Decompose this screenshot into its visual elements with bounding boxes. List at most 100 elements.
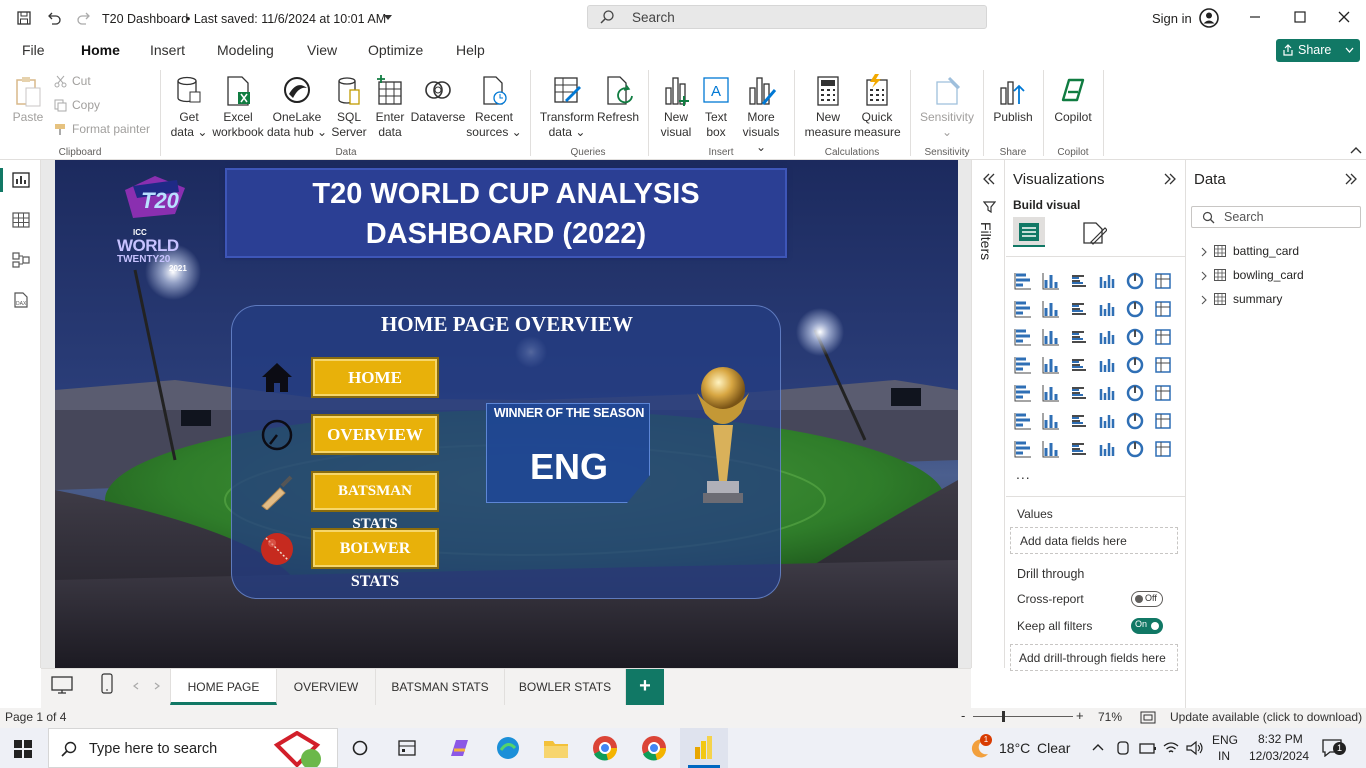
waterfall-chart-icon[interactable] bbox=[1042, 328, 1060, 346]
update-available-link[interactable]: Update available (click to download) bbox=[1170, 710, 1362, 724]
qa-visual-icon[interactable] bbox=[1098, 412, 1116, 430]
edge-browser-icon[interactable] bbox=[495, 736, 521, 760]
quick-measure-button[interactable]: Quick measure bbox=[854, 74, 901, 140]
batsman-stats-nav-button[interactable]: BATSMAN STATS bbox=[313, 473, 437, 532]
file-explorer-icon[interactable] bbox=[543, 737, 569, 759]
format-visual-icon[interactable] bbox=[1081, 220, 1107, 246]
language-code[interactable]: ENG bbox=[1212, 733, 1238, 747]
chevron-visual-icon[interactable] bbox=[1154, 440, 1172, 458]
clustered-bar-chart-icon[interactable] bbox=[1070, 272, 1088, 290]
dax-query-view-icon[interactable]: DAX bbox=[12, 292, 30, 308]
clock-time[interactable]: 8:32 PM bbox=[1258, 732, 1303, 746]
stacked-bar-chart-icon[interactable] bbox=[1014, 272, 1032, 290]
bowler-stats-nav-button[interactable]: BOLWER STATS bbox=[313, 530, 437, 590]
copilot-button[interactable]: Copilot bbox=[1050, 74, 1096, 125]
home-nav-button[interactable]: HOME bbox=[313, 359, 437, 396]
power-automate-icon[interactable] bbox=[1070, 440, 1088, 458]
undo-icon[interactable] bbox=[46, 10, 62, 26]
widgets-icon[interactable] bbox=[398, 740, 416, 756]
meet-now-icon[interactable] bbox=[1115, 740, 1131, 756]
menu-home[interactable]: Home bbox=[81, 42, 120, 69]
chrome-icon[interactable] bbox=[592, 735, 618, 761]
new-measure-button[interactable]: New measure bbox=[802, 74, 854, 140]
zoom-slider[interactable] bbox=[973, 711, 1073, 722]
search-input[interactable]: Search bbox=[587, 5, 987, 29]
cut-button[interactable]: Cut bbox=[54, 74, 154, 89]
publish-button[interactable]: Publish bbox=[990, 74, 1036, 125]
add-page-button[interactable]: + bbox=[626, 669, 664, 705]
power-apps-icon[interactable] bbox=[1042, 440, 1060, 458]
donut-chart-icon[interactable] bbox=[1154, 328, 1172, 346]
tab-bowler-stats[interactable]: BOWLER STATS bbox=[505, 669, 626, 705]
table-item-bowling-card[interactable]: bowling_card bbox=[1200, 268, 1360, 284]
treemap-icon[interactable] bbox=[1014, 356, 1032, 374]
key-influencers-icon[interactable] bbox=[1042, 412, 1060, 430]
account-icon[interactable] bbox=[1198, 7, 1220, 29]
table-item-summary[interactable]: summary bbox=[1200, 292, 1360, 308]
more-visuals-ellipsis[interactable]: ... bbox=[1016, 466, 1031, 482]
decomposition-tree-icon[interactable] bbox=[1070, 412, 1088, 430]
chrome-icon[interactable] bbox=[641, 735, 667, 761]
menu-optimize[interactable]: Optimize bbox=[368, 42, 423, 58]
azure-map-icon[interactable] bbox=[1098, 356, 1116, 374]
tab-batsman-stats[interactable]: BATSMAN STATS bbox=[376, 669, 505, 705]
diamond-visual-icon[interactable] bbox=[1126, 440, 1144, 458]
show-hidden-icons-chevron[interactable] bbox=[1092, 742, 1104, 752]
menu-file[interactable]: File bbox=[22, 42, 45, 58]
r-script-visual-icon[interactable] bbox=[1154, 384, 1172, 402]
more-visuals-button[interactable]: More visuals ⌄ bbox=[736, 74, 786, 155]
recent-sources-button[interactable]: Recent sources ⌄ bbox=[466, 74, 522, 140]
sql-server-button[interactable]: SQL Server bbox=[328, 74, 370, 140]
slicer-icon[interactable] bbox=[1070, 384, 1088, 402]
keep-all-filters-toggle[interactable]: On bbox=[1131, 618, 1163, 634]
expand-filters-icon[interactable] bbox=[982, 172, 996, 186]
python-visual-icon[interactable] bbox=[1014, 412, 1032, 430]
funnel-chart-icon[interactable] bbox=[1070, 328, 1088, 346]
scroll-right-icon[interactable] bbox=[153, 682, 161, 690]
apps-visual-icon[interactable] bbox=[1098, 440, 1116, 458]
share-button[interactable]: Share bbox=[1276, 39, 1360, 62]
stacked-area-chart-icon[interactable] bbox=[1070, 300, 1088, 318]
refresh-button[interactable]: Refresh bbox=[597, 74, 639, 125]
battery-network-icon[interactable] bbox=[1139, 740, 1157, 756]
line-and-stacked-column-chart-icon[interactable] bbox=[1126, 300, 1144, 318]
fit-to-page-icon[interactable] bbox=[1140, 711, 1156, 724]
100-stacked-area-chart-icon[interactable] bbox=[1098, 300, 1116, 318]
mobile-layout-icon[interactable] bbox=[100, 673, 114, 695]
scroll-left-icon[interactable] bbox=[132, 682, 140, 690]
map-icon[interactable] bbox=[1042, 356, 1060, 374]
tab-overview[interactable]: OVERVIEW bbox=[277, 669, 376, 705]
zoom-in-button[interactable]: + bbox=[1076, 708, 1084, 723]
taskbar-search-box[interactable]: Type here to search bbox=[48, 728, 338, 768]
copilot-app-icon[interactable] bbox=[446, 736, 472, 760]
wifi-icon[interactable] bbox=[1163, 740, 1179, 756]
overview-nav-button[interactable]: OVERVIEW bbox=[313, 416, 437, 453]
menu-modeling[interactable]: Modeling bbox=[217, 42, 274, 58]
area-chart-icon[interactable] bbox=[1042, 300, 1060, 318]
menu-insert[interactable]: Insert bbox=[150, 42, 185, 58]
ribbon-chart-icon[interactable] bbox=[1014, 328, 1032, 346]
excel-workbook-button[interactable]: Excel workbook bbox=[210, 74, 266, 140]
power-bi-taskbar-button[interactable] bbox=[680, 728, 728, 768]
line-and-clustered-column-chart-icon[interactable] bbox=[1154, 300, 1172, 318]
new-visual-button[interactable]: New visual bbox=[656, 74, 696, 140]
minimize-icon[interactable] bbox=[1248, 10, 1262, 24]
save-icon[interactable] bbox=[16, 10, 32, 26]
stacked-column-chart-icon[interactable] bbox=[1042, 272, 1060, 290]
table-icon[interactable] bbox=[1098, 384, 1116, 402]
onelake-button[interactable]: OneLake data hub ⌄ bbox=[266, 74, 328, 140]
values-drop-zone[interactable]: Add data fields here bbox=[1010, 527, 1178, 554]
card-icon[interactable] bbox=[1154, 356, 1172, 374]
weather-temperature[interactable]: 18°C bbox=[999, 740, 1030, 756]
close-icon[interactable] bbox=[1337, 10, 1351, 24]
model-view-icon[interactable] bbox=[12, 252, 30, 268]
redo-icon[interactable] bbox=[76, 10, 92, 26]
table-view-icon[interactable] bbox=[12, 212, 30, 228]
sign-in-link[interactable]: Sign in bbox=[1152, 11, 1192, 26]
data-search-input[interactable]: Search bbox=[1191, 206, 1361, 228]
kpi-icon[interactable] bbox=[1042, 384, 1060, 402]
smart-narrative-icon[interactable] bbox=[1126, 412, 1144, 430]
text-box-button[interactable]: A Text box bbox=[696, 74, 736, 140]
language-region[interactable]: IN bbox=[1218, 749, 1230, 763]
desktop-layout-icon[interactable] bbox=[51, 675, 73, 695]
